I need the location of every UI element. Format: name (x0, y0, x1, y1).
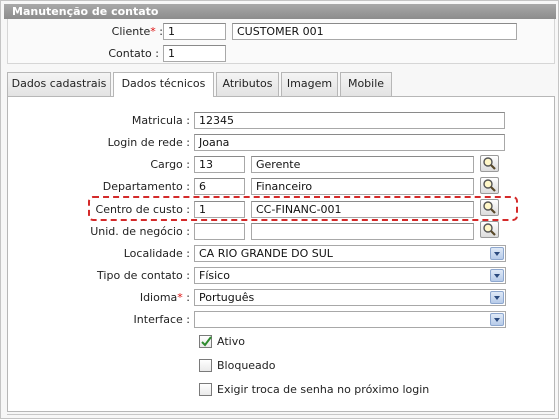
tab-atributos[interactable]: Atributos (216, 72, 279, 96)
contato-input[interactable]: 1 (163, 45, 226, 62)
magnifier-icon (483, 201, 496, 214)
cargo-code-input[interactable]: 13 (194, 156, 245, 173)
login-input[interactable]: Joana (194, 134, 505, 151)
tipo-contato-label: Tipo de contato : (97, 269, 190, 282)
unid-negocio-name-input[interactable] (251, 223, 474, 240)
check-icon (201, 336, 212, 347)
chevron-down-icon (490, 291, 504, 304)
localidade-value: CA RIO GRANDE DO SUL (199, 247, 333, 260)
exigir-troca-senha-checkbox[interactable] (199, 383, 212, 396)
magnifier-icon (483, 157, 496, 170)
centro-custo-label: Centro de custo : (95, 203, 190, 216)
idioma-value: Português (199, 291, 255, 304)
tipo-contato-select[interactable]: Físico (194, 267, 506, 284)
tab-imagem[interactable]: Imagem (281, 72, 338, 96)
idioma-label-suffix: : (182, 291, 190, 304)
exigir-troca-senha-label: Exigir troca de senha no próximo login (217, 383, 430, 396)
cliente-label-text: Cliente (111, 25, 151, 38)
centro-custo-name-input[interactable]: CC-FINANC-001 (251, 201, 474, 218)
required-mark: * (150, 25, 156, 38)
login-label: Login de rede : (107, 136, 190, 149)
cliente-label: Cliente* : (111, 25, 163, 38)
cliente-name-input[interactable]: CUSTOMER 001 (232, 23, 517, 40)
tab-dados-tecnicos[interactable]: Dados técnicos (113, 72, 214, 97)
idioma-label: Idioma* : (81, 291, 190, 304)
idioma-select[interactable]: Português (194, 289, 506, 306)
unid-negocio-label: Unid. de negócio : (90, 225, 190, 238)
localidade-label: Localidade : (123, 247, 190, 260)
interface-label: Interface : (133, 313, 190, 326)
idioma-label-text: Idioma (139, 291, 178, 304)
ativo-checkbox[interactable] (199, 335, 212, 348)
tab-mobile[interactable]: Mobile (340, 72, 392, 96)
matricula-label: Matricula : (131, 114, 190, 127)
chevron-down-icon (490, 247, 504, 260)
unid-negocio-search-button[interactable] (480, 221, 499, 238)
contato-label: Contato : (108, 47, 159, 60)
departamento-name-input[interactable]: Financeiro (251, 178, 474, 195)
tipo-contato-value: Físico (199, 269, 230, 282)
cargo-label: Cargo : (150, 158, 190, 171)
matricula-input[interactable]: 12345 (194, 112, 505, 129)
window-title: Manutenção de contato (4, 4, 556, 19)
unid-negocio-code-input[interactable] (194, 223, 245, 240)
bloqueado-label: Bloqueado (217, 359, 276, 372)
bloqueado-checkbox[interactable] (199, 359, 212, 372)
interface-select[interactable] (194, 311, 506, 328)
chevron-down-icon (490, 313, 504, 326)
centro-custo-search-button[interactable] (480, 199, 499, 216)
contact-maintenance-window: Manutenção de contato Cliente* : 1 CUSTO… (0, 0, 559, 419)
magnifier-icon (483, 223, 496, 236)
cargo-name-input[interactable]: Gerente (251, 156, 474, 173)
localidade-select[interactable]: CA RIO GRANDE DO SUL (194, 245, 506, 262)
chevron-down-icon (490, 269, 504, 282)
divider (7, 414, 555, 415)
departamento-code-input[interactable]: 6 (194, 178, 245, 195)
departamento-label: Departamento : (102, 180, 190, 193)
cliente-code-input[interactable]: 1 (163, 23, 226, 40)
ativo-label: Ativo (217, 335, 245, 348)
centro-custo-code-input[interactable]: 1 (194, 201, 245, 218)
cargo-search-button[interactable] (480, 155, 499, 172)
tab-dados-cadastrais[interactable]: Dados cadastrais (7, 72, 111, 96)
departamento-search-button[interactable] (480, 177, 499, 194)
magnifier-icon (483, 179, 496, 192)
